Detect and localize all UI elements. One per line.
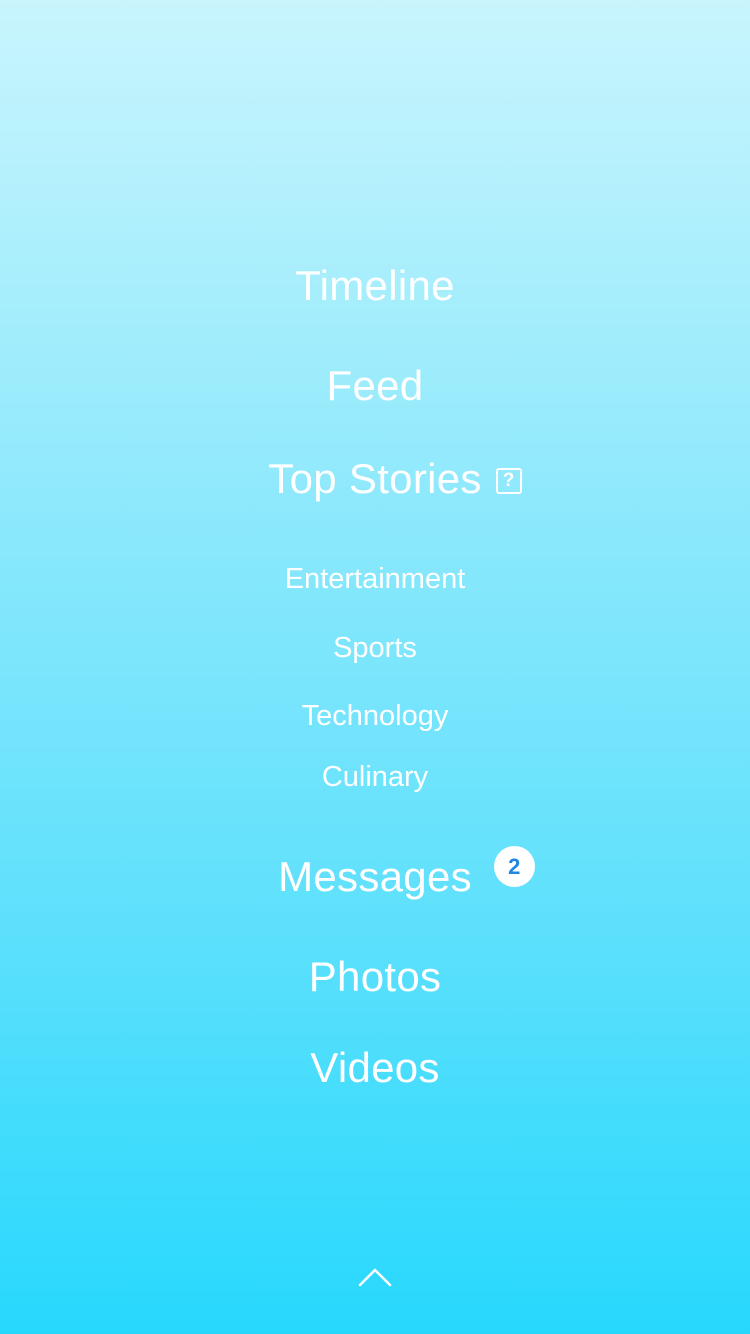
menu-item-photos[interactable]: Photos: [0, 951, 750, 1003]
top-stories-label-wrap: Top Stories ?: [268, 453, 522, 505]
menu-item-videos[interactable]: Videos: [0, 1042, 750, 1094]
submenu-item-technology[interactable]: Technology: [0, 698, 750, 734]
menu-item-timeline[interactable]: Timeline: [0, 260, 750, 312]
submenu-item-sports[interactable]: Sports: [0, 630, 750, 666]
menu-item-label: Videos: [310, 1044, 440, 1091]
navigation-menu: Timeline Feed Top Stories ? Entertainmen…: [0, 0, 750, 1334]
menu-item-messages[interactable]: Messages 2: [0, 846, 750, 903]
menu-item-label: Feed: [326, 362, 424, 409]
submenu-item-entertainment[interactable]: Entertainment: [0, 561, 750, 597]
submenu-item-label: Sports: [333, 632, 417, 664]
unread-count-badge: 2: [493, 846, 535, 887]
menu-item-label: Top Stories: [268, 455, 482, 502]
collapse-menu-button[interactable]: [345, 1252, 405, 1302]
menu-item-feed[interactable]: Feed: [0, 360, 750, 412]
submenu-item-label: Technology: [301, 700, 449, 732]
menu-item-label: Messages: [278, 853, 472, 900]
messages-label-wrap: Messages 2: [278, 846, 535, 903]
menu-item-top-stories[interactable]: Top Stories ?: [0, 453, 750, 505]
menu-item-label: Timeline: [295, 262, 455, 309]
menu-item-label: Photos: [308, 953, 442, 1000]
submenu-item-label: Culinary: [321, 761, 429, 793]
submenu-item-label: Entertainment: [284, 563, 466, 595]
help-icon[interactable]: ?: [495, 468, 522, 494]
chevron-up-icon: [358, 1268, 392, 1287]
submenu-item-culinary[interactable]: Culinary: [0, 759, 750, 795]
